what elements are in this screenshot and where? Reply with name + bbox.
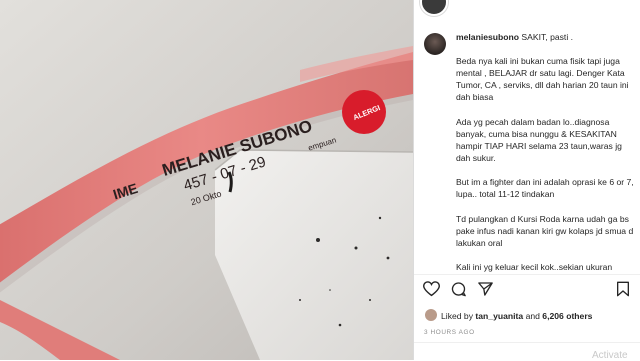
activate-watermark: Activate (592, 350, 628, 361)
caption-paragraph: But im a fighter dan ini adalah oprasi k… (456, 177, 634, 199)
comment-icon[interactable] (450, 281, 467, 297)
caption-paragraph: Beda nya kali ini bukan cuma fisik tapi … (456, 56, 629, 102)
liker-avatar[interactable] (425, 309, 437, 321)
caption-paragraph: Ada yg pecah dalam badan lo..diagnosa ba… (456, 116, 622, 163)
likes-and: and (525, 311, 540, 321)
comment-separator (414, 342, 640, 343)
likes-summary[interactable]: Liked by tan_yuanita and 6,206 others (441, 311, 592, 321)
post-timestamp[interactable]: 3 HOURS AGO (424, 329, 475, 336)
liked-by-user[interactable]: tan_yuanita (475, 311, 523, 321)
caption-avatar[interactable] (424, 33, 446, 55)
caption-paragraph: Td pulangkan d Kursi Roda karna udah ga … (456, 213, 634, 248)
wristband-photo: MELANIE SUBONO 457 - 07 - 29 20 Okto IME… (0, 0, 413, 360)
heart-icon[interactable] (423, 281, 440, 297)
likes-prefix: Liked by (441, 311, 474, 321)
post-photo[interactable]: MELANIE SUBONO 457 - 07 - 29 20 Okto IME… (0, 0, 413, 360)
caption-paragraph: Kali ini yg keluar kecil kok..sekian uku… (456, 262, 613, 272)
bookmark-icon[interactable] (616, 281, 630, 297)
share-icon[interactable] (477, 281, 494, 297)
post-caption: melaniesubono SAKIT, pasti . Beda nya ka… (456, 31, 636, 286)
caption-username[interactable]: melaniesubono (456, 32, 519, 42)
instagram-post-view: MELANIE SUBONO 457 - 07 - 29 20 Okto IME… (0, 0, 640, 361)
likes-count[interactable]: 6,206 others (542, 311, 592, 321)
caption-first-line: SAKIT, pasti . (521, 32, 574, 42)
